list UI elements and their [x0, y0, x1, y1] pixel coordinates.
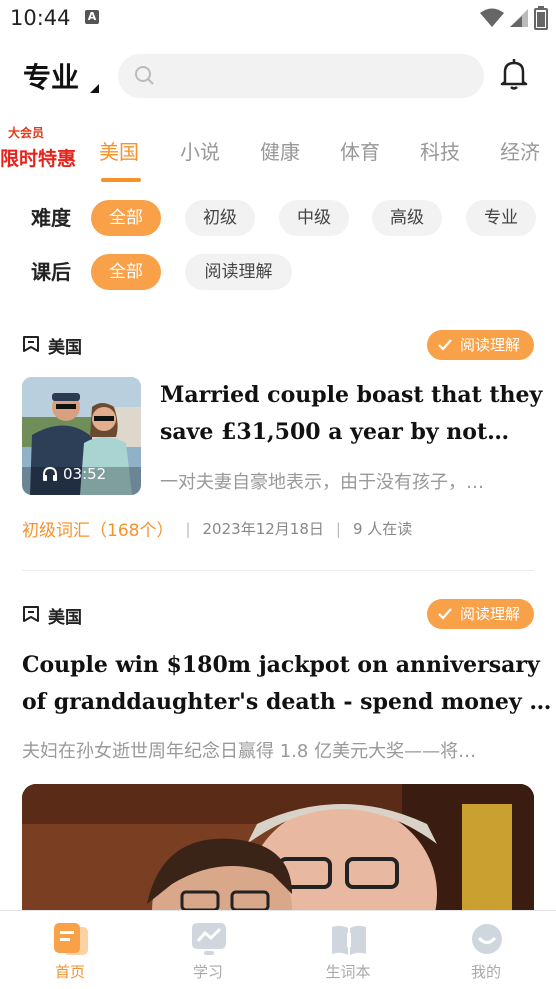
reading-comprehension-badge: 阅读理解	[427, 330, 534, 360]
article-thumbnail[interactable]: 03:52	[22, 377, 141, 495]
article-category: 美国	[48, 338, 82, 358]
nav-vocabulary[interactable]: 生词本	[308, 911, 388, 989]
article-summary: 夫妇在孙女逝世周年纪念日赢得 1.8 亿美元大奖——将…	[22, 741, 477, 762]
article-image[interactable]	[22, 784, 534, 924]
open-book-icon	[332, 925, 366, 955]
battery-icon	[534, 6, 548, 30]
nav-home[interactable]: 首页	[30, 911, 110, 989]
after-class-chip-all[interactable]: 全部	[91, 254, 161, 290]
status-icons	[480, 6, 548, 30]
duration-text: 03:52	[63, 465, 107, 483]
article-summary: 一对夫妻自豪地表示，由于没有孩子，…	[160, 472, 484, 493]
active-tab-indicator	[101, 178, 141, 182]
article-title-line1[interactable]: Couple win $180m jackpot on anniversary	[22, 652, 540, 678]
divider	[22, 570, 534, 571]
difficulty-filter: 难度 全部 初级 中级 高级 专业	[0, 198, 556, 238]
bottom-nav: 首页 学习 生词本 我的	[0, 910, 556, 989]
category-tabs: 大会员 限时特惠 美国 小说 健康 体育 科技 经济	[0, 118, 556, 188]
article-category: 美国	[48, 608, 82, 628]
reader-count: 9 人在读	[352, 520, 413, 538]
wifi-icon	[480, 8, 504, 27]
difficulty-chip-all[interactable]: 全部	[91, 200, 161, 236]
caret-down-icon[interactable]	[90, 84, 99, 93]
bell-icon[interactable]	[496, 56, 532, 92]
nav-study[interactable]: 学习	[168, 911, 248, 989]
nav-home-label: 首页	[54, 963, 85, 981]
home-book-icon	[54, 923, 88, 955]
tab-sports[interactable]: 体育	[340, 136, 380, 165]
nav-profile[interactable]: 我的	[446, 911, 526, 989]
after-class-label: 课后	[31, 260, 71, 284]
profile-icon	[472, 924, 502, 954]
couple-photo	[22, 784, 534, 924]
after-class-filter: 课后 全部 阅读理解	[0, 252, 556, 292]
promo-top-text: 大会员	[8, 126, 45, 140]
publish-date: 2023年12月18日	[202, 520, 324, 538]
meta-separator: |	[185, 519, 191, 538]
meta-separator: |	[335, 519, 341, 538]
reading-comprehension-badge: 阅读理解	[427, 599, 534, 629]
nav-profile-label: 我的	[470, 963, 501, 981]
promo-main-text: 限时特惠	[0, 148, 77, 170]
after-class-chip-reading[interactable]: 阅读理解	[185, 254, 292, 290]
badge-label: 阅读理解	[460, 336, 521, 354]
badge-label: 阅读理解	[460, 605, 521, 623]
tab-health[interactable]: 健康	[260, 136, 300, 165]
check-icon	[438, 339, 452, 351]
status-time: 10:44	[10, 6, 71, 30]
article-title-line2[interactable]: save £31,500 a year by not…	[160, 419, 509, 445]
nav-study-label: 学习	[192, 963, 223, 981]
bookmark-icon	[23, 336, 39, 352]
app-notification-icon: A	[85, 10, 99, 24]
bookmark-icon	[23, 606, 39, 622]
headphones-icon	[43, 467, 57, 481]
article-title-line1[interactable]: Married couple boast that they	[160, 382, 542, 408]
status-bar: 10:44 A	[0, 0, 556, 36]
tab-usa[interactable]: 美国	[99, 136, 139, 165]
difficulty-chip-advanced[interactable]: 高级	[372, 200, 442, 236]
vocab-count: 初级词汇（168个）	[22, 521, 174, 541]
check-icon	[438, 608, 452, 620]
search-input[interactable]	[118, 54, 484, 98]
article-meta: 初级词汇（168个） | 2023年12月18日 | 9 人在读	[22, 516, 413, 542]
promo-banner[interactable]: 大会员 限时特惠	[0, 124, 76, 172]
header: 专业	[0, 44, 556, 108]
nav-vocabulary-label: 生词本	[325, 963, 371, 981]
signal-icon	[510, 9, 528, 27]
study-chart-icon	[192, 923, 226, 955]
tab-novel[interactable]: 小说	[180, 136, 220, 165]
difficulty-label: 难度	[31, 206, 71, 230]
audio-duration: 03:52	[42, 465, 106, 483]
difficulty-chip-beginner[interactable]: 初级	[185, 200, 255, 236]
difficulty-chip-intermediate[interactable]: 中级	[279, 200, 349, 236]
tab-economy[interactable]: 经济	[500, 136, 540, 165]
search-icon	[135, 66, 154, 85]
tab-tech[interactable]: 科技	[420, 136, 460, 165]
level-selector[interactable]: 专业	[23, 56, 79, 96]
difficulty-chip-professional[interactable]: 专业	[466, 200, 536, 236]
article-title-line2[interactable]: of granddaughter's death - spend money …	[22, 689, 551, 715]
